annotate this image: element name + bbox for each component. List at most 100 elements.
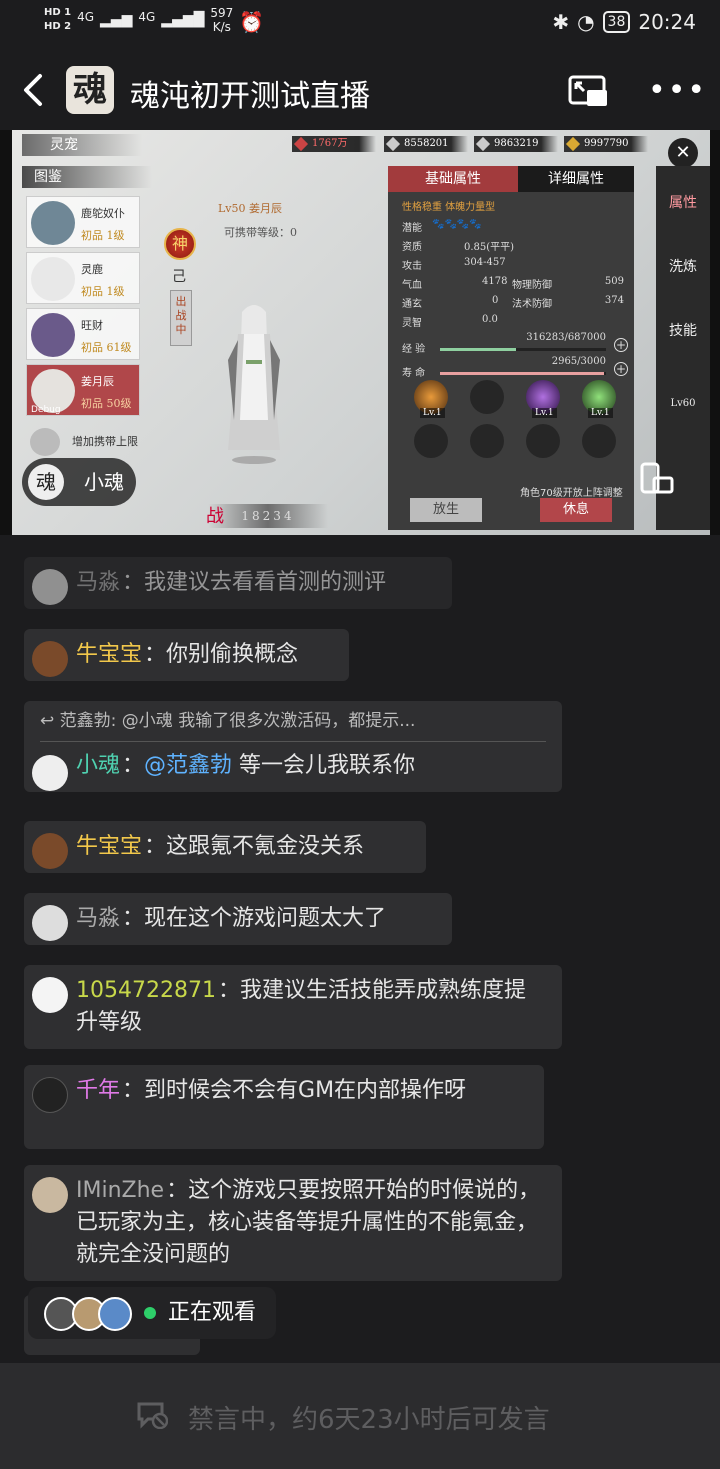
chat-message[interactable]: 1054722871：我建议生活技能弄成熟练度提升等级 <box>24 965 562 1049</box>
user-name: 1054722871 <box>76 978 216 1003</box>
message-text: 现在这个游戏问题太大了 <box>144 906 387 931</box>
skill-level: Lv.1 <box>588 408 613 418</box>
user-name: 牛宝宝 <box>76 834 143 859</box>
message-text: 这跟氪不氪金没关系 <box>166 834 365 859</box>
skill-slot: Lv.1 <box>414 380 448 418</box>
chat-message[interactable]: ↩︎ 范鑫勃: @小魂 我输了很多次激活码，都提示... 小魂：@范鑫勃 等一会… <box>24 701 562 792</box>
user-name: 马淼 <box>76 570 121 595</box>
skill-level: Lv.1 <box>532 408 557 418</box>
chat-message[interactable]: 牛宝宝：这跟氪不氪金没关系 <box>24 821 426 873</box>
pet-level: 初品 1级 <box>81 285 125 298</box>
attr-value: 0.85(平平) <box>464 242 515 253</box>
skill-level: Lv.1 <box>420 408 445 418</box>
skill-slot-empty <box>470 424 504 458</box>
attr-row: 气血 4178 物理防御 509 <box>402 276 628 295</box>
attr-row: 资质 0.85(平平) <box>402 238 628 257</box>
debug-label: Debug <box>31 405 61 415</box>
attr-row: 潜能 🐾🐾🐾🐾 <box>402 219 628 238</box>
streamer-avatar: 魂 <box>28 464 64 500</box>
attr-value: 0 <box>492 295 499 306</box>
resource-1: 1767万 <box>292 136 376 152</box>
user-avatar <box>32 1077 68 1113</box>
sim1-label: HD 1 <box>44 7 72 18</box>
battery: 38 <box>602 11 631 33</box>
trait: 性格稳重 体魄力量型 <box>402 202 496 213</box>
add-icon <box>30 428 60 456</box>
viewer-avatar <box>98 1297 132 1331</box>
user-name: 千年 <box>76 1078 121 1103</box>
skill-slot-empty <box>526 424 560 458</box>
pet-level: 初品 50级 <box>81 397 132 410</box>
user-avatar <box>32 977 68 1013</box>
resource-3: 9863219 <box>474 136 558 152</box>
side-tab-refine: 洗炼 <box>669 259 697 275</box>
more-icon[interactable]: ••• <box>648 76 707 106</box>
pet-catalog-title: 图鉴 <box>22 166 152 188</box>
muted-icon <box>137 1402 168 1429</box>
message-text: 等一会儿我联系你 <box>239 753 416 778</box>
net-speed: 597 K/s <box>210 6 233 34</box>
skill-slot: Lv.1 <box>526 380 560 418</box>
pet-card-selected: 姜月辰 初品 50级 Debug <box>26 364 140 416</box>
speed-icon: ◔ <box>577 10 595 34</box>
live-video[interactable]: 灵宠 1767万 8558201 9863219 9997790 ✕ 图鉴 鹿鸵… <box>0 130 720 535</box>
attr-value: 509 <box>604 276 624 287</box>
signal1: 4G <box>77 10 95 24</box>
chat-list[interactable]: 马淼：我建议去看看首测的测评 牛宝宝：你别偷换概念 ↩︎ 范鑫勃: @小魂 我输… <box>0 535 720 1363</box>
life-plus-icon: + <box>614 362 628 376</box>
pet-name: 旺财 <box>81 319 103 332</box>
pet-level: 初品 61级 <box>81 341 132 354</box>
release-button: 放生 <box>410 498 482 522</box>
chat-message[interactable]: IMinZhe：这个游戏只要按照开始的时候说的，已玩家为主，核心装备等提升属性的… <box>24 1165 562 1281</box>
add-carry-limit-label: 增加携带上限 <box>72 435 138 448</box>
attr-key: 潜能 <box>402 223 422 234</box>
user-avatar <box>32 1177 68 1213</box>
back-icon[interactable] <box>20 72 50 108</box>
pet-avatar <box>31 201 75 245</box>
watching-indicator[interactable]: 正在观看 <box>28 1287 276 1339</box>
character-figure <box>228 305 280 464</box>
rotate-screen-icon[interactable] <box>634 460 674 500</box>
user-name: 马淼 <box>76 906 121 931</box>
chat-message[interactable]: 马淼：我建议去看看首测的测评 <box>24 557 452 609</box>
skill-slot-empty <box>470 380 504 414</box>
mention[interactable]: @范鑫勃 <box>144 753 232 778</box>
bluetooth-icon: ✱ <box>552 10 570 34</box>
streamer-name: 小魂 <box>84 470 124 494</box>
chat-message[interactable]: 牛宝宝：你别偷换概念 <box>24 629 349 681</box>
user-avatar <box>32 755 68 791</box>
skill-slot-empty <box>414 424 448 458</box>
life-bar: 寿 命 2965/3000 + <box>402 356 628 380</box>
deployed-tag: 出战中 <box>170 290 192 346</box>
chat-message[interactable]: 马淼：现在这个游戏问题太大了 <box>24 893 452 945</box>
user-avatar <box>32 905 68 941</box>
attr-key: 通玄 <box>402 299 422 310</box>
attr-key: 灵智 <box>402 318 422 329</box>
attr-key: 资质 <box>402 242 422 253</box>
picture-in-picture-icon[interactable] <box>568 74 608 108</box>
potential-paws-icon: 🐾🐾🐾🐾 <box>432 219 482 230</box>
muted-notice: 禁言中，约6天23小时后可发言 <box>188 1405 550 1435</box>
reply-text: 范鑫勃: @小魂 我输了很多次激活码，都提示... <box>59 711 416 731</box>
streamer-badge[interactable]: 魂小魂 <box>22 458 136 506</box>
carry-level: 可携带等级：0 <box>224 226 297 239</box>
shen-badge: 神 <box>164 228 196 260</box>
net-speed-value: 597 <box>210 6 234 20</box>
attr-row: 通玄 0 法术防御 374 <box>402 295 628 314</box>
attr-row: 攻击 304-457 <box>402 257 628 276</box>
attr-key: 法术防御 <box>512 299 552 310</box>
resource-4: 9997790 <box>564 136 648 152</box>
live-dot-icon <box>144 1307 156 1319</box>
signal2: 4G <box>138 10 156 24</box>
pet-avatar <box>31 257 75 301</box>
chat-message[interactable]: 千年：到时候会不会有GM在内部操作呀 <box>24 1065 544 1149</box>
user-name: 牛宝宝 <box>76 642 143 667</box>
pet-avatar <box>31 313 75 357</box>
time: 20:24 <box>638 10 696 34</box>
life-fill <box>440 372 605 375</box>
side-tab-attributes: 属性 <box>669 195 697 211</box>
game-tab-pet: 灵宠 <box>22 134 142 156</box>
skill-slot-empty <box>582 424 616 458</box>
alarm-icon: ⏰ <box>239 10 265 34</box>
page-title: 魂沌初开测试直播 <box>130 79 370 114</box>
